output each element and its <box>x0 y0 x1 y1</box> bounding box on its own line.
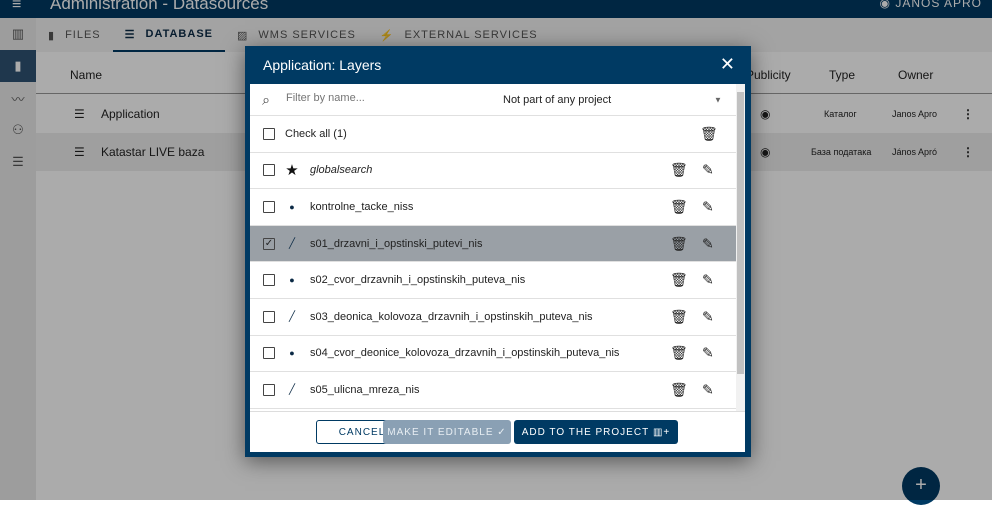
edit-icon[interactable]: ✎ <box>702 308 714 325</box>
filter-input[interactable] <box>286 92 486 104</box>
layer-item[interactable]: ✓ ╱ s01_drzavni_i_opstinski_putevi_nis 🗑… <box>250 225 736 263</box>
layer-list: ⌕ Not part of any project ▼ Check all (1… <box>250 84 736 411</box>
layer-item[interactable]: ★ globalsearch 🗑 ✎ <box>250 153 736 190</box>
edit-icon[interactable]: ✎ <box>702 235 714 252</box>
delete-icon[interactable]: 🗑 <box>670 235 688 252</box>
dialog-footer: CANCEL MAKE IT EDITABLE ✓ ADD TO THE PRO… <box>250 411 745 452</box>
delete-icon[interactable]: 🗑 <box>670 272 688 289</box>
add-to-project-button[interactable]: ADD TO THE PROJECT ▥+ <box>514 420 678 444</box>
scrollbar[interactable] <box>736 84 745 411</box>
layer-name: s03_deonica_kolovoza_drzavnih_i_opstinsk… <box>310 310 593 323</box>
layer-name: s05_ulicna_mreza_nis <box>310 383 420 396</box>
delete-icon[interactable]: 🗑 <box>670 308 688 325</box>
edit-icon[interactable]: ✎ <box>702 272 714 289</box>
layer-checkbox[interactable] <box>263 310 275 323</box>
layer-name: globalsearch <box>310 164 373 177</box>
line-icon: ╱ <box>288 311 296 323</box>
delete-all-icon[interactable]: 🗑 <box>700 125 718 142</box>
edit-icon[interactable]: ✎ <box>702 345 714 362</box>
dropdown-arrow-icon[interactable]: ▼ <box>714 95 722 104</box>
edit-icon[interactable]: ✎ <box>702 162 714 179</box>
project-select[interactable]: Not part of any project <box>503 94 611 106</box>
check-all-checkbox[interactable] <box>263 127 275 140</box>
layer-checkbox[interactable] <box>263 164 275 177</box>
layer-item[interactable]: ╱ s05_ulicna_mreza_nis 🗑 ✎ <box>250 372 736 409</box>
delete-icon[interactable]: 🗑 <box>670 198 688 215</box>
line-icon: ╱ <box>288 384 296 396</box>
make-editable-button[interactable]: MAKE IT EDITABLE ✓ <box>383 420 511 444</box>
check-all-label: Check all (1) <box>285 127 347 140</box>
layer-item[interactable]: ╱ s03_deonica_kolovoza_drzavnih_i_opstin… <box>250 299 736 336</box>
layer-checkbox[interactable]: ✓ <box>263 237 275 250</box>
layer-checkbox[interactable] <box>263 200 275 213</box>
point-icon: ● <box>289 275 295 286</box>
layer-name: s02_cvor_drzavnih_i_opstinskih_puteva_ni… <box>310 274 526 287</box>
map-plus-icon: ▥+ <box>652 426 671 438</box>
delete-icon[interactable]: 🗑 <box>670 381 688 398</box>
button-label: ADD TO THE PROJECT <box>521 426 650 438</box>
filter-row: ⌕ Not part of any project ▼ <box>250 84 736 116</box>
check-all-row: Check all (1) 🗑 <box>250 116 736 153</box>
point-icon: ● <box>289 348 295 359</box>
star-icon: ★ <box>285 162 299 180</box>
layer-name: s01_drzavni_i_opstinski_putevi_nis <box>310 237 483 250</box>
edit-icon[interactable]: ✎ <box>702 381 714 398</box>
layer-item[interactable]: ● s02_cvor_drzavnih_i_opstinskih_puteva_… <box>250 262 736 299</box>
layer-checkbox[interactable] <box>263 274 275 287</box>
button-label: MAKE IT EDITABLE <box>387 426 494 438</box>
layer-checkbox[interactable] <box>263 347 275 360</box>
point-icon: ● <box>289 201 295 212</box>
delete-icon[interactable]: 🗑 <box>670 345 688 362</box>
line-icon: ╱ <box>288 238 296 250</box>
button-label: CANCEL <box>338 426 386 438</box>
layer-item[interactable]: ● kontrolne_tacke_niss 🗑 ✎ <box>250 189 736 226</box>
layers-dialog: Application: Layers ✕ ⌕ Not part of any … <box>245 46 751 457</box>
search-icon: ⌕ <box>262 91 270 107</box>
layer-checkbox[interactable] <box>263 383 275 396</box>
edit-icon[interactable]: ✎ <box>702 198 714 215</box>
close-icon[interactable]: ✕ <box>720 54 735 75</box>
delete-icon[interactable]: 🗑 <box>670 162 688 179</box>
layer-item[interactable]: ● s04_cvor_deonice_kolovoza_drzavnih_i_o… <box>250 336 736 373</box>
layer-name: s04_cvor_deonice_kolovoza_drzavnih_i_ops… <box>310 347 620 360</box>
layer-name: kontrolne_tacke_niss <box>310 200 414 213</box>
check-circle-icon: ✓ <box>497 426 507 438</box>
dialog-title: Application: Layers <box>263 57 382 73</box>
